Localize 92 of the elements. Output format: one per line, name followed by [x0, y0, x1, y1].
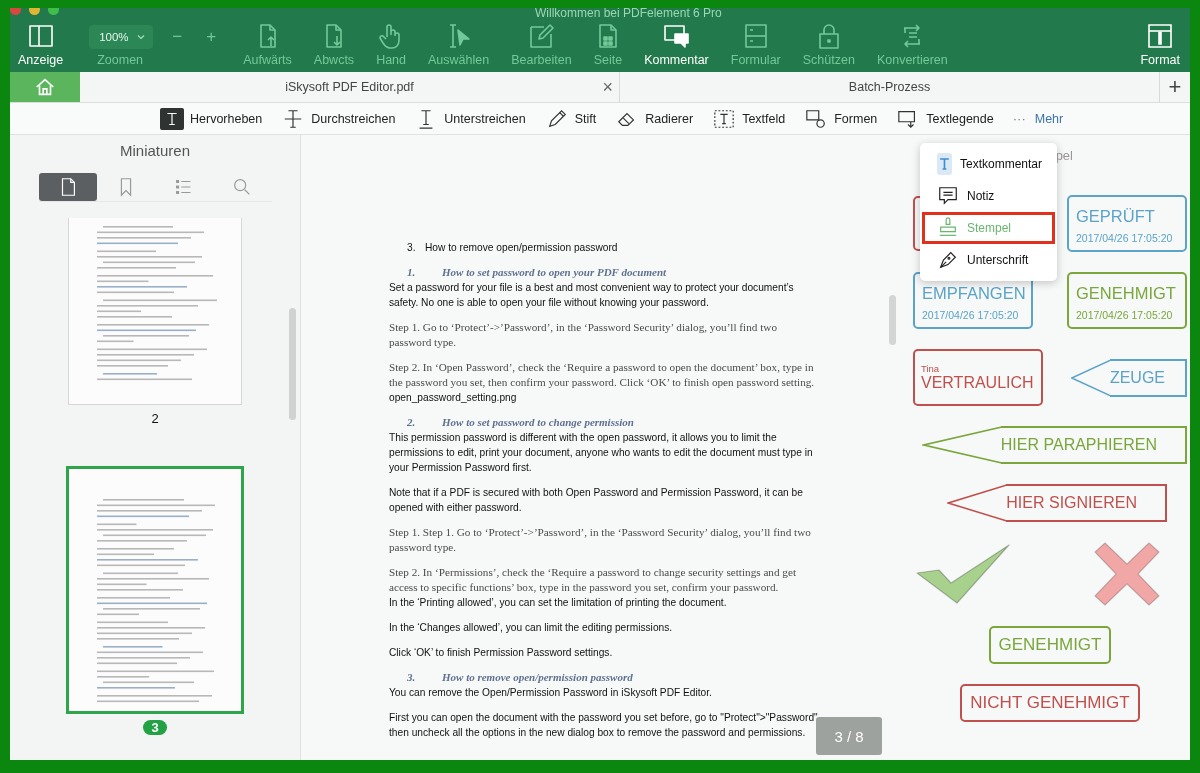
stamp[interactable]: GENEHMIGT	[988, 626, 1112, 664]
stamp-date: 2017/04/26 17:05:20	[1076, 232, 1174, 244]
tab-title: iSkysoft PDF Editor.pdf	[285, 80, 414, 94]
toolbar-button[interactable]: Konvertieren	[876, 22, 948, 67]
stamp-date: 2017/04/26 17:05:20	[1076, 309, 1174, 321]
document-tab[interactable]: Batch-Prozess	[620, 72, 1160, 102]
paragraph: Note that if a PDF is secured with both Open Password and Permission Password, it can be opened with either password.	[389, 486, 804, 515]
page-number: 2	[151, 411, 159, 426]
menu-item[interactable]: Textkommentar	[922, 148, 1055, 180]
edit-icon	[527, 22, 556, 50]
zoom-field[interactable]: 100%	[89, 25, 154, 49]
new-tab-button[interactable]: +	[1160, 72, 1190, 102]
paragraph: Set a password for your file is a best and most convenient way to protect your document’s safety. No one is able to open your file without knowing your password.	[389, 281, 795, 310]
info-icon	[1146, 22, 1175, 50]
toolbar-button[interactable]: Seite	[593, 22, 623, 67]
paragraph: Click ‘OK’ to finish Permission Password settings.	[389, 646, 614, 660]
annotation-tool[interactable]: Textlegende	[896, 107, 994, 130]
stamp-text: EMPFANGEN	[922, 283, 1026, 303]
section-heading: How to remove open/permission password	[442, 670, 633, 685]
home-icon	[34, 76, 56, 98]
scrollbar[interactable]	[289, 308, 296, 420]
paragraph: Step 1. Step 1. Go to ‘Protect’->’Password’, in the ‘Password Security’ dialog, you’ll find two password type.	[389, 525, 812, 555]
page-indicator: 3 / 8	[816, 717, 882, 755]
paragraph: In the ‘Printing allowed’, you can set the limitation of printing the document.	[389, 596, 728, 610]
toolbar-button[interactable]: Hand	[376, 22, 406, 67]
sidebar-tab[interactable]	[38, 173, 97, 201]
tab-title: Batch-Prozess	[848, 80, 931, 94]
toolbar-button[interactable]: Anzeige	[18, 22, 64, 67]
stamp[interactable]: GEPRÜFT 2017/04/26 17:05:20	[1067, 195, 1187, 252]
toolbar-button[interactable]: Schützen	[802, 22, 855, 67]
stamp-icon	[937, 217, 959, 239]
paragraph: Step 1. Go to ‘Protect’->’Password’, in the ‘Password Security’ dialog, you’ll find two password type.	[389, 320, 778, 350]
close-tab-button[interactable]: ×	[602, 76, 613, 98]
list-number: 3.	[407, 241, 417, 255]
annotation-tool[interactable]: Formen	[804, 107, 878, 130]
section-heading: How to set password to change permission	[442, 415, 634, 430]
annotation-tool[interactable]: Stift	[544, 107, 597, 130]
menu-item[interactable]: Stempel	[922, 212, 1055, 244]
more-dots: ···	[1012, 111, 1026, 126]
comment-icon	[662, 22, 691, 50]
columns-icon	[26, 22, 55, 50]
more-button[interactable]: Mehr	[1034, 111, 1064, 126]
note-icon	[937, 185, 959, 207]
toolbar-button[interactable]: Aufwärts	[243, 22, 292, 67]
stamp[interactable]: NICHT GENEHMIGT	[960, 684, 1140, 722]
home-tab[interactable]	[10, 72, 80, 102]
scrollbar[interactable]	[889, 295, 896, 345]
heading-number: 3.	[407, 670, 417, 685]
paragraph: Step 2. In ‘Permissions’, check the ‘Require a password to change security settings and get access to specific functions’ box, type in the password you set, confirm your password.	[389, 565, 797, 595]
stamp-text: GENEHMIGT	[1076, 283, 1177, 303]
paragraph: open_password_setting.png	[389, 391, 518, 405]
list-item-text: How to remove open/permission password	[425, 241, 618, 255]
annotation-tool[interactable]: Radierer	[615, 107, 694, 130]
paragraph: This permission password is different with the open password, it allows you to limit the permissions to edit, print your document, anyone who wants to edit the document must type in your Permission Password first.	[389, 431, 814, 475]
document-tab[interactable]: iSkysoft PDF Editor.pdf ×	[80, 72, 620, 102]
toolbar-button[interactable]: Bearbeiten	[511, 22, 572, 67]
window-title: Willkommen bei PDFelement 6 Pro	[535, 8, 722, 20]
pen-icon	[937, 249, 959, 271]
toolbar-button[interactable]: Format	[1140, 22, 1180, 67]
paragraph: You can remove the Open/Permission Password in iSkysoft PDF Editor.	[389, 686, 713, 700]
text-icon	[937, 153, 952, 175]
stamp-text: VERTRAULICH	[921, 374, 1035, 392]
stamp-note: Tina	[921, 363, 941, 374]
sidebar-title: Miniaturen	[119, 142, 190, 159]
heading-number: 2.	[407, 415, 417, 430]
zoom-out-button[interactable]: −	[167, 27, 188, 47]
section-heading: How to set password to open your PDF document	[442, 265, 667, 280]
page-number: 3	[143, 720, 167, 735]
page-thumbnail[interactable]	[66, 466, 244, 714]
annotation-tool[interactable]: Unterstreichen	[414, 107, 526, 130]
toolbar-button[interactable]: Auswählen	[428, 22, 490, 67]
heading-number: 1.	[407, 265, 417, 280]
toolbar-button[interactable]: Abwcts	[313, 22, 355, 67]
annotation-tool[interactable]: Durchstreichen	[281, 107, 396, 130]
annotation-tool[interactable]: Hervorheben	[160, 107, 263, 130]
stamp-text: GENEHMIGT	[998, 635, 1102, 655]
paragraph: In the ‘Changes allowed’, you can limit the editing permissions.	[389, 621, 674, 635]
paragraph: Step 2. In ‘Open Password’, check the ‘Require a password to open the document’ box, type in the password you set, then confirm your password. Click ‘OK’ to finish open password setting.	[389, 360, 816, 390]
check-mark-stamp[interactable]	[915, 543, 1011, 605]
stamp[interactable]: GENEHMIGT 2017/04/26 17:05:20	[1067, 272, 1187, 329]
stamp-text: GEPRÜFT	[1076, 206, 1156, 226]
cross-stamp[interactable]	[1093, 542, 1161, 606]
zoom-label: Zoomen	[96, 53, 144, 67]
stamp[interactable]: Tina VERTRAULICH	[913, 349, 1043, 406]
annotation-tool[interactable]: Textfeld	[712, 107, 786, 130]
stamp-date: 2017/04/26 17:05:20	[922, 309, 1020, 321]
stamp-text: NICHT GENEHMIGT	[970, 693, 1130, 713]
menu-item[interactable]: Notiz	[922, 180, 1055, 212]
zoom-in-button[interactable]: +	[201, 27, 222, 47]
toolbar-button[interactable]: Kommentar	[644, 22, 709, 67]
panel-title: pel	[1055, 147, 1073, 163]
toolbar-button[interactable]: Formular	[730, 22, 781, 67]
